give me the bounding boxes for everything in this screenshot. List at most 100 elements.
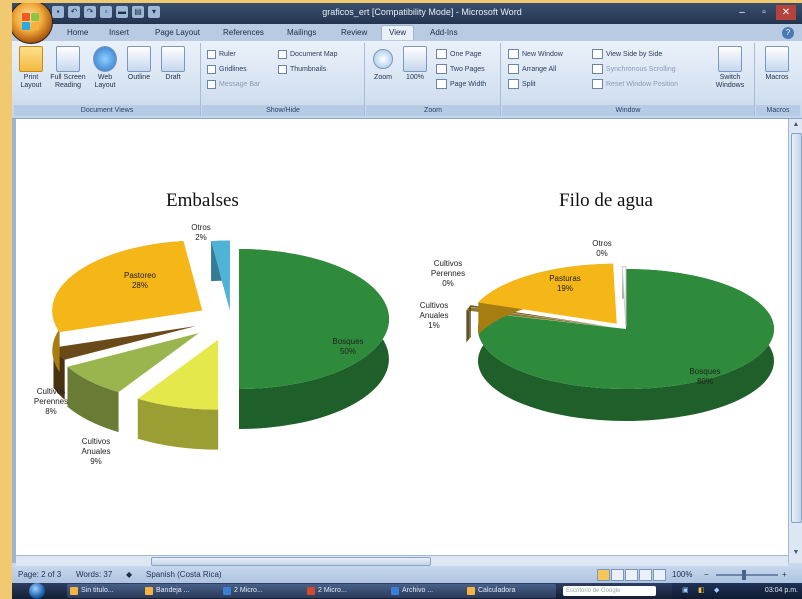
print-layout-button[interactable]: Print Layout xyxy=(16,46,46,90)
taskbar-item-word-1[interactable]: 2 Micro... xyxy=(220,584,312,598)
page-count[interactable]: Page: 2 of 3 xyxy=(18,570,61,579)
tab-view[interactable]: View xyxy=(381,25,415,40)
reset-window-position-label: Reset Window Position xyxy=(606,81,678,88)
label-otros-filo: Otros 0% xyxy=(586,239,618,259)
one-page-button[interactable]: One Page xyxy=(436,49,482,60)
status-full-screen-icon[interactable] xyxy=(611,569,624,581)
label-otros-embalses: Otros 2% xyxy=(186,223,216,243)
status-print-layout-icon[interactable] xyxy=(597,569,610,581)
taskbar-item-archivo[interactable]: Archivo ... xyxy=(388,584,472,598)
tab-insert[interactable]: Insert xyxy=(102,26,136,40)
ruler-checkbox[interactable]: Ruler xyxy=(207,49,236,60)
print-preview-icon[interactable]: ▤ xyxy=(132,6,144,18)
horizontal-scroll-thumb[interactable] xyxy=(151,557,431,566)
start-button[interactable] xyxy=(29,583,45,599)
synchronous-scrolling-button[interactable]: Synchronous Scrolling xyxy=(592,64,676,75)
customize-toolbar-icon[interactable]: ▾ xyxy=(148,6,160,18)
tab-references[interactable]: References xyxy=(216,26,271,40)
document-map-checkbox[interactable]: Document Map xyxy=(278,49,337,60)
network-icon[interactable]: ▣ xyxy=(682,586,689,594)
page-width-button[interactable]: Page Width xyxy=(436,79,486,90)
label-cultivos-anuales-filo-name: Cultivos Anuales xyxy=(419,301,449,320)
split-button[interactable]: Split xyxy=(508,79,536,90)
zoom-button[interactable]: Zoom xyxy=(368,46,398,82)
horizontal-scrollbar[interactable] xyxy=(16,555,788,566)
arrange-all-button[interactable]: Arrange All xyxy=(508,64,556,75)
status-bar: Page: 2 of 3 Words: 37 ◆ Spanish (Costa … xyxy=(12,567,802,583)
outline-icon xyxy=(127,46,151,72)
zoom-out-icon[interactable]: − xyxy=(704,570,709,579)
zoom-slider-handle[interactable] xyxy=(742,570,746,580)
document-views-label: Document Views xyxy=(14,105,200,116)
close-button[interactable]: ✕ xyxy=(776,5,796,20)
macros-group-label: Macros xyxy=(756,105,800,116)
reset-window-position-button[interactable]: Reset Window Position xyxy=(592,79,678,90)
label-pasturas-filo: Pasturas 19% xyxy=(544,274,586,294)
minimize-button[interactable]: – xyxy=(732,5,752,20)
view-side-by-side-button[interactable]: View Side by Side xyxy=(592,49,662,60)
clock[interactable]: 03:04 p.m. xyxy=(765,587,798,594)
taskbar: Sin titulo... Bandeja ... 2 Micro... 2 M… xyxy=(12,583,802,599)
tab-page-layout[interactable]: Page Layout xyxy=(148,26,207,40)
status-draft-icon[interactable] xyxy=(653,569,666,581)
switch-windows-button[interactable]: Switch Windows xyxy=(710,46,750,90)
status-outline-icon[interactable] xyxy=(639,569,652,581)
zoom-100-button[interactable]: 100% xyxy=(400,46,430,82)
zoom-level[interactable]: 100% xyxy=(672,570,692,579)
show-hide-label: Show/Hide xyxy=(202,105,364,116)
new-window-button[interactable]: New Window xyxy=(508,49,563,60)
redo-icon[interactable]: ↷ xyxy=(84,6,96,18)
taskbar-item-word-2[interactable]: 2 Micro... xyxy=(304,584,396,598)
open-folder-icon[interactable]: ▬ xyxy=(116,6,128,18)
label-bosques-filo-name: Bosques xyxy=(689,367,721,376)
draft-button[interactable]: Draft xyxy=(158,46,188,82)
proofing-icon[interactable]: ◆ xyxy=(126,570,132,579)
desktop-search-input[interactable]: Escritorio de Google xyxy=(563,586,656,596)
undo-icon[interactable]: ↶ xyxy=(68,6,80,18)
help-icon[interactable]: ? xyxy=(782,27,794,39)
gridlines-checkbox[interactable]: Gridlines xyxy=(207,64,247,75)
label-bosques-embalses-value: 50% xyxy=(339,347,356,356)
message-bar-checkbox[interactable]: Message Bar xyxy=(207,79,260,90)
window-group-label: Window xyxy=(502,105,754,116)
scroll-up-icon[interactable]: ▲ xyxy=(792,121,800,128)
scroll-down-icon[interactable]: ▼ xyxy=(792,549,800,556)
macros-button[interactable]: Macros xyxy=(762,46,792,82)
label-pastoreo-value: 28% xyxy=(131,281,148,290)
tab-home[interactable]: Home xyxy=(60,26,95,40)
document-map-label: Document Map xyxy=(290,51,338,58)
vertical-scrollbar[interactable]: ▲ ▼ xyxy=(788,119,802,563)
label-cultivos-perennes-embalses-value: 8% xyxy=(45,407,57,416)
new-document-icon[interactable]: ▫ xyxy=(100,6,112,18)
word-count[interactable]: Words: 37 xyxy=(76,570,112,579)
macros-icon xyxy=(765,46,789,72)
volume-icon[interactable]: ◧ xyxy=(698,586,705,594)
full-screen-reading-button[interactable]: Full Screen Reading xyxy=(50,46,86,90)
outline-button[interactable]: Outline xyxy=(124,46,154,82)
maximize-button[interactable]: ▫ xyxy=(754,5,774,20)
status-web-layout-icon[interactable] xyxy=(625,569,638,581)
page-100-icon xyxy=(403,46,427,72)
two-pages-button[interactable]: Two Pages xyxy=(436,64,485,75)
label-cultivos-perennes-filo-value: 0% xyxy=(442,279,454,288)
tab-review[interactable]: Review xyxy=(334,26,374,40)
web-layout-button[interactable]: Web Layout xyxy=(90,46,120,90)
label-cultivos-perennes-embalses: Cultivos Perennes 8% xyxy=(30,387,72,417)
zoom-slider[interactable] xyxy=(716,570,778,580)
label-cultivos-anuales-embalses-name: Cultivos Anuales xyxy=(81,437,111,456)
tab-mailings[interactable]: Mailings xyxy=(280,26,323,40)
label-cultivos-anuales-filo-value: 1% xyxy=(428,321,440,330)
security-icon[interactable]: ◆ xyxy=(714,586,719,594)
tab-add-ins[interactable]: Add-Ins xyxy=(423,26,465,40)
taskbar-item-explorer[interactable]: Sin titulo... xyxy=(67,584,151,598)
label-cultivos-anuales-embalses: Cultivos Anuales 9% xyxy=(72,437,120,467)
language-status[interactable]: Spanish (Costa Rica) xyxy=(146,570,222,579)
pie-slice-side-1 xyxy=(466,306,470,343)
taskbar-item-calculadora[interactable]: Calculadora xyxy=(464,584,556,598)
taskbar-item-bandeja[interactable]: Bandeja ... xyxy=(142,584,228,598)
vertical-scroll-thumb[interactable] xyxy=(791,133,802,523)
save-icon[interactable]: ▪ xyxy=(52,6,64,18)
label-pastoreo-name: Pastoreo xyxy=(123,271,157,280)
zoom-in-icon[interactable]: + xyxy=(782,570,787,579)
thumbnails-checkbox[interactable]: Thumbnails xyxy=(278,64,326,75)
